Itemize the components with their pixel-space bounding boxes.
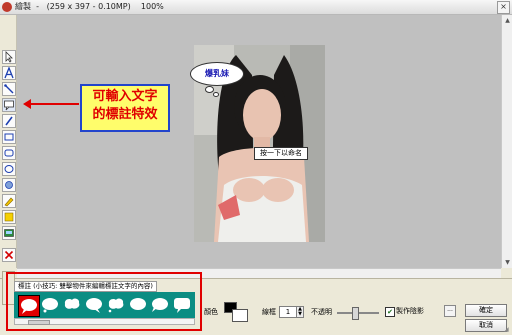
scroll-down-icon[interactable]: ▼ [503, 258, 512, 267]
window-title: 繪製 - (259 x 397 - 0.10MP) 100% [15, 2, 164, 11]
image-info: (259 x 397 - 0.10MP) [46, 2, 131, 11]
shadow-label: 製作陰影 [396, 307, 424, 315]
annotation-line-2: 的標註特效 [92, 107, 158, 122]
opacity-slider-handle[interactable] [352, 307, 359, 320]
window-title-text: 繪製 [15, 2, 31, 11]
cancel-button[interactable]: 取消 [465, 319, 507, 332]
line-icon[interactable] [2, 82, 16, 96]
tool-sidebar [0, 15, 17, 268]
annotation-line-1: 可輸入文字 [92, 89, 158, 104]
rounded-rectangle-icon[interactable] [2, 146, 16, 160]
pencil-icon[interactable] [2, 114, 16, 128]
line-width-label: 線框 [262, 308, 276, 316]
annotation-note: 可輸入文字 的標註特效 [80, 84, 170, 132]
stepper-down-icon[interactable]: ▼ [297, 312, 303, 317]
ellipse-icon[interactable] [2, 162, 16, 176]
ok-button[interactable]: 確定 [465, 304, 507, 317]
color-label: 顏色 [204, 308, 218, 316]
opacity-label: 不透明 [311, 308, 332, 316]
fill-color-swatch[interactable] [232, 309, 248, 322]
callout-icon[interactable] [2, 98, 16, 112]
highlight-frame [6, 272, 202, 331]
vertical-scrollbar[interactable]: ▲ ▼ [501, 15, 512, 268]
scroll-up-icon[interactable]: ▲ [503, 16, 512, 25]
close-button[interactable]: × [497, 1, 510, 14]
text-icon[interactable] [2, 66, 16, 80]
stamp-icon[interactable] [2, 210, 16, 224]
title-bar: 繪製 - (259 x 397 - 0.10MP) 100% × [0, 0, 512, 15]
arrow-shaft [30, 103, 79, 105]
callout-bubble[interactable]: 爆乳妹 [190, 62, 244, 86]
line-width-input[interactable]: 1 [279, 306, 297, 318]
bubble-tail-dot [205, 86, 214, 93]
rectangle-icon[interactable] [2, 130, 16, 144]
zoom-level: 100% [140, 2, 164, 11]
delete-icon[interactable] [2, 248, 16, 262]
arrow-head [23, 99, 31, 109]
image-icon[interactable] [2, 226, 16, 240]
more-options-button[interactable]: ... [444, 305, 456, 317]
highlighter-icon[interactable] [2, 194, 16, 208]
resize-grip-icon[interactable]: ◢ [504, 326, 512, 334]
app-icon [2, 2, 12, 12]
shadow-checkbox[interactable]: ✔ [385, 307, 395, 317]
caption-textbox[interactable]: 按一下以命名 [254, 147, 308, 160]
blur-icon[interactable] [2, 178, 16, 192]
pointer-icon[interactable] [2, 50, 16, 64]
bubble-tail-dot [213, 92, 219, 97]
line-width-stepper[interactable]: ▲ ▼ [296, 306, 304, 318]
